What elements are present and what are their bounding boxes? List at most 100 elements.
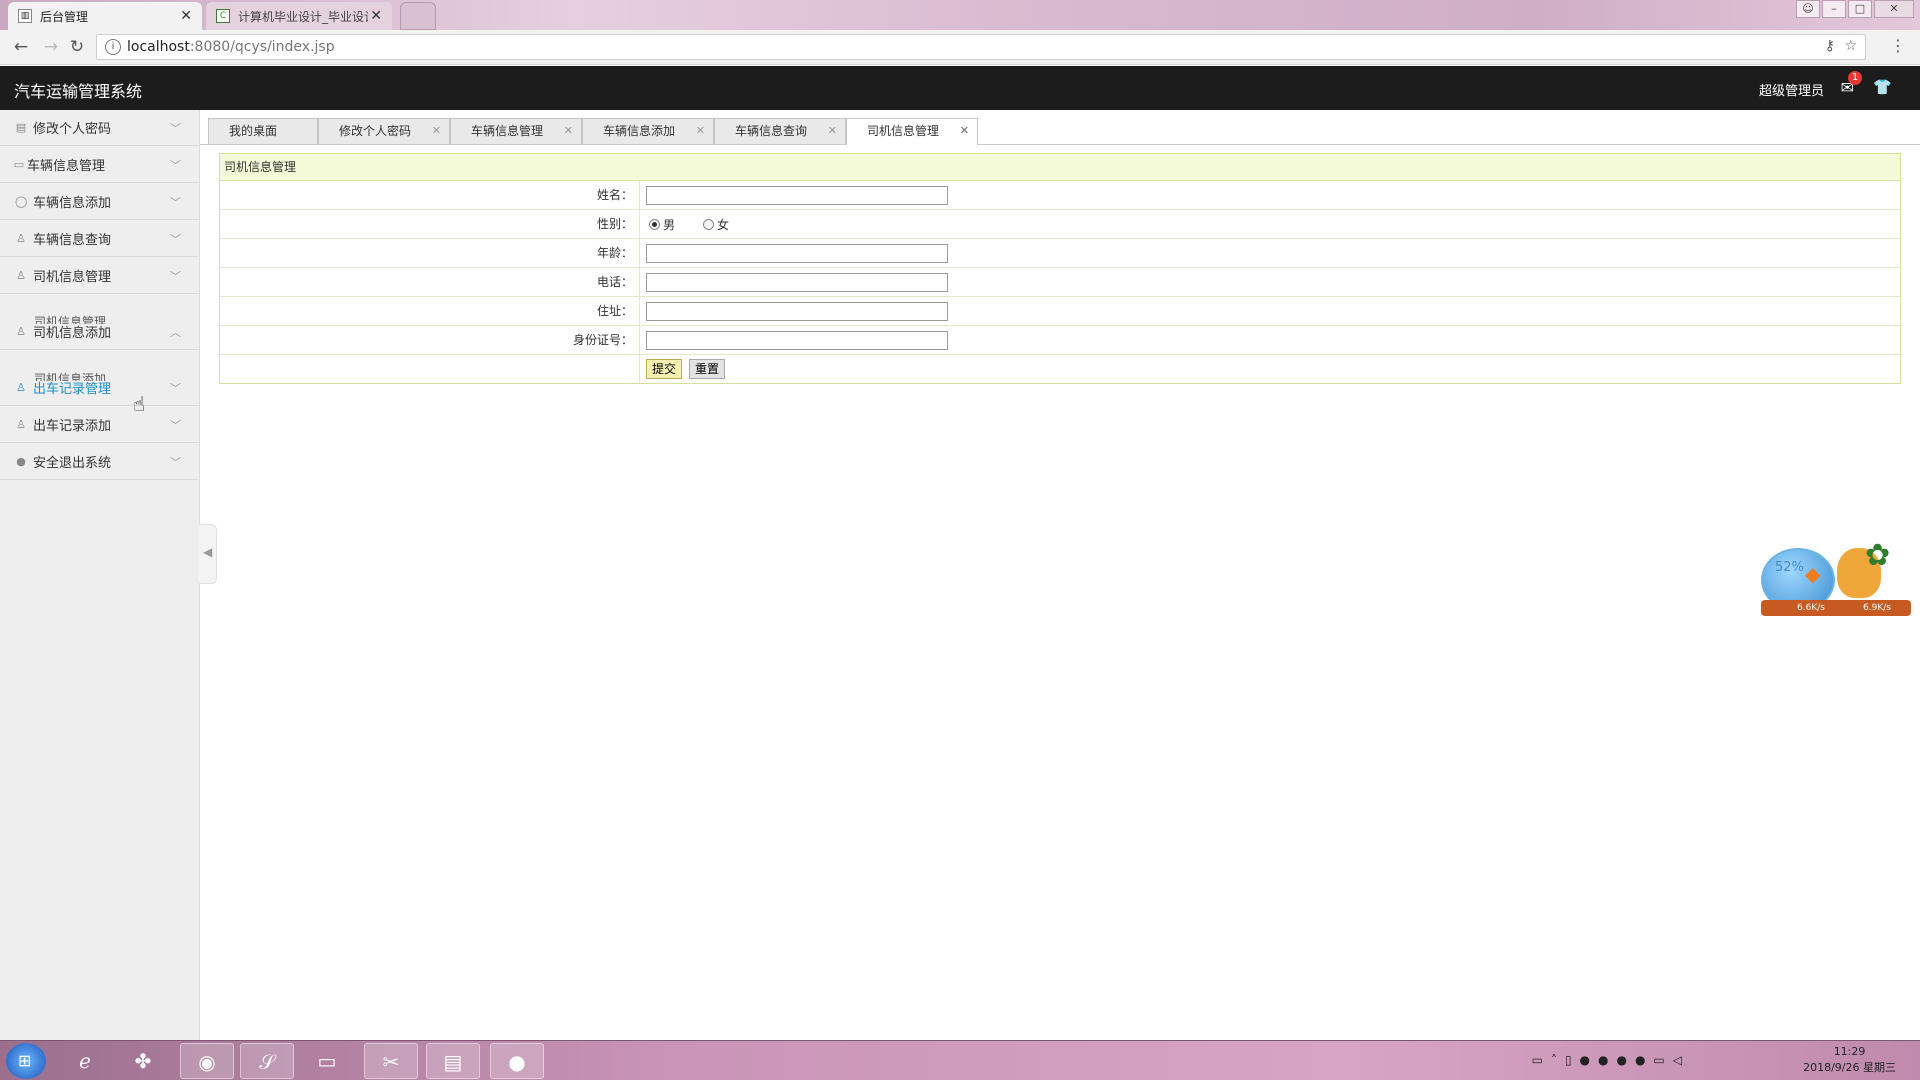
close-icon[interactable]: ✕ <box>180 8 192 24</box>
tab-label: 车辆信息查询 <box>735 124 808 138</box>
age-input[interactable] <box>646 244 948 263</box>
sidebar-item-label: 车辆信息添加 <box>33 196 112 211</box>
reload-icon[interactable]: ↻ <box>66 36 88 58</box>
sidebar-item-label: 车辆信息管理 <box>27 159 106 174</box>
phone-label: 电话： <box>220 268 640 296</box>
sidebar-item-label: 修改个人密码 <box>33 122 112 137</box>
sidebar-item-vehicle-manage[interactable]: ▭ 车辆信息管理 ﹀ <box>0 147 199 183</box>
gender-male-radio[interactable] <box>649 219 660 230</box>
info-icon[interactable]: i <box>105 39 121 55</box>
menu-icon[interactable]: ⋮ <box>1890 36 1906 55</box>
shirt-icon[interactable]: 👕 <box>1873 78 1892 96</box>
browser-tab-active[interactable]: ▥ 后台管理 ✕ <box>8 2 202 30</box>
chevron-down-icon: ﹀ <box>170 419 181 432</box>
back-icon[interactable]: ← <box>10 36 32 58</box>
sidebar: ▤ 修改个人密码 ﹀ ▭ 车辆信息管理 ﹀ ◯ 车辆信息添加 ﹀ ♙ 车辆信息查… <box>0 110 200 1040</box>
panda-icon[interactable]: ● <box>490 1043 544 1079</box>
star-icon[interactable]: ☆ <box>1844 38 1857 54</box>
sidebar-collapse-handle[interactable]: ◀ <box>199 524 217 584</box>
sidebar-item-change-password[interactable]: ▤ 修改个人密码 ﹀ <box>0 110 199 146</box>
address-input[interactable] <box>646 302 948 321</box>
sidebar-item-logout[interactable]: ● 安全退出系统 ﹀ <box>0 444 199 480</box>
tab-label: 修改个人密码 <box>339 124 412 138</box>
address-bar[interactable]: i localhost:8080/qcys/index.jsp ⚷ ☆ <box>96 34 1866 60</box>
close-icon[interactable]: ✕ <box>960 119 969 143</box>
key-icon[interactable]: ⚷ <box>1825 38 1835 54</box>
sidebar-item-label: 出车记录添加 <box>33 419 112 434</box>
forward-icon[interactable]: → <box>40 36 62 58</box>
chrome-icon[interactable]: ◉ <box>180 1043 234 1079</box>
network-speed-widget[interactable]: 52% ◆ ✿ 6.6K/s 6.9K/s <box>1755 538 1915 620</box>
gender-male-label: 男 <box>663 218 676 232</box>
chevron-down-icon: ﹀ <box>170 122 181 135</box>
gender-female-label: 女 <box>717 218 730 232</box>
tools-icon[interactable]: ✂ <box>364 1043 418 1079</box>
tab-change-password[interactable]: 修改个人密码 ✕ <box>318 118 450 144</box>
form-row-address: 住址： <box>220 297 1900 326</box>
sidebar-item-trip-add[interactable]: ♙ 出车记录添加 ﹀ <box>0 407 199 443</box>
sidebar-item-label: 车辆信息查询 <box>33 233 112 248</box>
gender-male-option[interactable]: 男 <box>649 216 675 233</box>
gender-female-radio[interactable] <box>703 219 714 230</box>
clock[interactable]: 11:29 2018/9/26 星期三 <box>1803 1044 1896 1076</box>
reset-button[interactable]: 重置 <box>689 359 726 379</box>
user-icon: ● <box>16 455 26 468</box>
folder-icon[interactable]: ▭ <box>300 1043 354 1079</box>
form-row-name: 姓名： <box>220 181 1900 210</box>
system-tray[interactable]: ▭˄▯●●●●▭◁ <box>1532 1053 1690 1067</box>
hand-cursor-icon: ☝ <box>133 392 146 416</box>
sidebar-item-trip-manage[interactable]: ♙ 出车记录管理 ﹀ <box>0 370 199 406</box>
chevron-down-icon: ﹀ <box>170 233 181 246</box>
window-controls: ☺ – □ ✕ <box>1796 0 1914 18</box>
tab-driver-manage[interactable]: 司机信息管理 ✕ <box>846 118 978 145</box>
tab-vehicle-query[interactable]: 车辆信息查询 ✕ <box>714 118 846 144</box>
user-icon[interactable]: ☺ <box>1796 0 1820 18</box>
site-icon: C <box>216 9 230 23</box>
form-row-phone: 电话： <box>220 268 1900 297</box>
actions-label-cell <box>220 355 640 383</box>
browser-tab-label: 计算机毕业设计_毕业设计 <box>238 9 368 24</box>
upload-speed: 6.6K/s <box>1797 603 1825 613</box>
sidebar-item-driver-manage[interactable]: ♙ 司机信息管理 ﹀ <box>0 258 199 294</box>
form-row-actions: 提交 重置 <box>220 355 1900 384</box>
app-launcher-icon[interactable]: ✤ <box>116 1043 170 1079</box>
phone-input[interactable] <box>646 273 948 292</box>
tab-vehicle-manage[interactable]: 车辆信息管理 ✕ <box>450 118 582 144</box>
form-row-gender: 性别： 男 女 <box>220 210 1900 239</box>
minimize-button[interactable]: – <box>1822 0 1846 18</box>
new-tab-button[interactable] <box>400 2 436 30</box>
chevron-down-icon: ﹀ <box>170 159 181 172</box>
browser-tab-label: 后台管理 <box>40 9 89 24</box>
chart-app-icon[interactable]: ▤ <box>426 1043 480 1079</box>
mail-badge: 1 <box>1848 71 1862 85</box>
close-icon[interactable]: ✕ <box>432 119 441 143</box>
content-tabs: 我的桌面 修改个人密码 ✕ 车辆信息管理 ✕ 车辆信息添加 ✕ 车辆信息查询 ✕… <box>200 116 1920 145</box>
person-icon: ♙ <box>16 325 26 338</box>
sidebar-item-vehicle-query[interactable]: ♙ 车辆信息查询 ﹀ <box>0 221 199 257</box>
gender-label: 性别： <box>220 210 640 238</box>
close-icon[interactable]: ✕ <box>828 119 837 143</box>
app-header: 汽车运输管理系统 超级管理员 ✉ 1 👕 <box>0 66 1920 110</box>
close-icon[interactable]: ✕ <box>696 119 705 143</box>
ie-icon[interactable]: ℯ <box>58 1043 112 1079</box>
close-icon[interactable]: ✕ <box>564 119 573 143</box>
sidebar-item-driver-add[interactable]: ♙ 司机信息添加 ︿ <box>0 314 199 350</box>
close-icon[interactable]: ✕ <box>370 8 382 24</box>
user-name[interactable]: 超级管理员 <box>1759 80 1824 99</box>
person-icon: ♙ <box>16 381 26 394</box>
gender-female-option[interactable]: 女 <box>703 216 729 233</box>
start-button[interactable]: ⊞ <box>6 1043 46 1079</box>
address-label: 住址： <box>220 297 640 325</box>
id-number-input[interactable] <box>646 331 948 350</box>
maximize-button[interactable]: □ <box>1848 0 1872 18</box>
tab-vehicle-add[interactable]: 车辆信息添加 ✕ <box>582 118 714 144</box>
browser-tab[interactable]: C 计算机毕业设计_毕业设计 ✕ <box>206 2 392 30</box>
sidebar-item-vehicle-add[interactable]: ◯ 车辆信息添加 ﹀ <box>0 184 199 220</box>
script-icon[interactable]: 𝒮 <box>240 1043 294 1079</box>
submit-button[interactable]: 提交 <box>646 359 683 379</box>
name-input[interactable] <box>646 186 948 205</box>
download-speed: 6.9K/s <box>1863 603 1891 613</box>
browser-toolbar: ← → ↻ i localhost:8080/qcys/index.jsp ⚷ … <box>0 30 1920 65</box>
close-window-button[interactable]: ✕ <box>1874 0 1914 18</box>
tab-my-desktop[interactable]: 我的桌面 <box>208 118 318 144</box>
